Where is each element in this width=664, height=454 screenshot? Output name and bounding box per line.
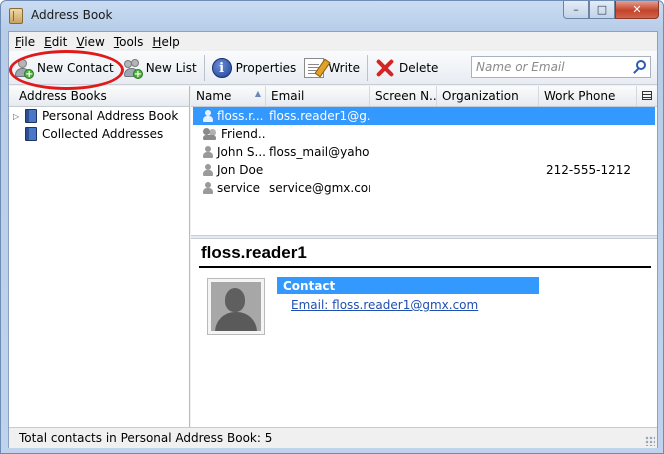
title-bar[interactable]: Address Book – □ ✕ bbox=[1, 1, 663, 31]
column-picker-button[interactable] bbox=[637, 86, 657, 106]
contact-icon bbox=[203, 110, 213, 122]
search-placeholder: Name or Email bbox=[476, 60, 565, 74]
contact-photo bbox=[207, 278, 265, 335]
contact-card: floss.reader1 Contact Email: floss.reade… bbox=[191, 240, 657, 427]
menu-edit[interactable]: Edit bbox=[44, 35, 67, 49]
contact-row[interactable]: service service@gmx.com bbox=[193, 179, 655, 197]
address-book-label: Collected Addresses bbox=[42, 127, 164, 141]
client-area: File Edit View Tools Help + New Contact … bbox=[8, 31, 658, 448]
maximize-button[interactable]: □ bbox=[589, 1, 615, 19]
toolbar-separator bbox=[203, 54, 205, 81]
column-picker-icon bbox=[642, 91, 652, 100]
new-list-button[interactable]: + New List bbox=[118, 54, 201, 82]
contact-row[interactable]: floss.r... floss.reader1@g... bbox=[193, 107, 655, 125]
contacts-pane: Name ▲ Email Screen N... Organization Wo… bbox=[191, 86, 657, 427]
minimize-button[interactable]: – bbox=[563, 1, 589, 19]
contact-icon bbox=[203, 164, 213, 176]
address-book-collected[interactable]: Collected Addresses bbox=[9, 125, 189, 143]
write-label: Write bbox=[328, 60, 360, 75]
default-avatar-icon bbox=[211, 282, 261, 331]
contact-icon bbox=[203, 146, 213, 158]
new-contact-label: New Contact bbox=[37, 60, 114, 75]
address-book-personal[interactable]: ▷ Personal Address Book bbox=[9, 107, 189, 125]
address-books-pane: Address Books ▷ Personal Address Book Co… bbox=[9, 86, 190, 427]
window-controls: – □ ✕ bbox=[563, 1, 659, 21]
delete-label: Delete bbox=[399, 60, 439, 75]
address-book-icon bbox=[25, 109, 37, 123]
address-book-icon bbox=[25, 127, 37, 141]
properties-button[interactable]: i Properties bbox=[208, 54, 301, 82]
menu-help[interactable]: Help bbox=[152, 35, 179, 49]
menu-file[interactable]: File bbox=[15, 35, 35, 49]
address-book-window: Address Book – □ ✕ File Edit View Tools … bbox=[0, 0, 664, 454]
resize-grip-icon[interactable] bbox=[645, 436, 655, 446]
search-icon[interactable] bbox=[636, 60, 646, 70]
address-book-label: Personal Address Book bbox=[42, 109, 179, 123]
properties-label: Properties bbox=[235, 60, 297, 75]
delete-button[interactable]: Delete bbox=[371, 54, 442, 82]
column-email[interactable]: Email bbox=[266, 86, 370, 106]
close-button[interactable]: ✕ bbox=[615, 1, 659, 19]
new-contact-button[interactable]: + New Contact bbox=[9, 54, 118, 82]
contact-row[interactable]: Friend... bbox=[193, 125, 655, 143]
pane-splitter[interactable] bbox=[191, 235, 657, 239]
status-bar: Total contacts in Personal Address Book:… bbox=[9, 427, 657, 448]
contact-email-link[interactable]: Email: floss.reader1@gmx.com bbox=[291, 298, 478, 312]
status-text: Total contacts in Personal Address Book:… bbox=[19, 431, 273, 445]
column-screen-name[interactable]: Screen N... bbox=[370, 86, 437, 106]
new-list-label: New List bbox=[145, 60, 197, 75]
contact-row[interactable]: Jon Doe 212-555-1212 bbox=[193, 161, 655, 179]
contact-row[interactable]: John S... floss_mail@yaho... bbox=[193, 143, 655, 161]
expand-arrow-icon[interactable]: ▷ bbox=[13, 112, 23, 121]
contact-section-heading: Contact bbox=[277, 277, 539, 294]
new-contact-icon: + bbox=[13, 58, 34, 79]
column-work-phone[interactable]: Work Phone bbox=[539, 86, 637, 106]
contacts-column-header: Name ▲ Email Screen N... Organization Wo… bbox=[191, 86, 657, 107]
toolbar: + New Contact + New List i Properties Wr… bbox=[9, 51, 657, 85]
new-list-icon: + bbox=[122, 58, 143, 79]
address-book-app-icon bbox=[9, 8, 23, 24]
toolbar-separator bbox=[367, 54, 368, 81]
menu-bar: File Edit View Tools Help bbox=[9, 32, 657, 51]
write-icon bbox=[304, 57, 325, 78]
info-icon: i bbox=[211, 57, 232, 78]
contact-icon bbox=[203, 182, 213, 194]
menu-tools[interactable]: Tools bbox=[114, 35, 144, 49]
column-name[interactable]: Name ▲ bbox=[191, 86, 266, 106]
window-title: Address Book bbox=[31, 8, 113, 22]
search-input[interactable]: Name or Email bbox=[471, 56, 651, 78]
sort-ascending-icon: ▲ bbox=[254, 89, 261, 98]
column-organization[interactable]: Organization bbox=[437, 86, 539, 106]
card-divider bbox=[199, 266, 651, 268]
address-books-header: Address Books bbox=[9, 86, 189, 107]
card-display-name: floss.reader1 bbox=[201, 243, 307, 262]
write-button[interactable]: Write bbox=[300, 54, 364, 82]
menu-view[interactable]: View bbox=[76, 35, 104, 49]
delete-icon bbox=[375, 58, 395, 78]
mailing-list-icon bbox=[203, 128, 217, 140]
